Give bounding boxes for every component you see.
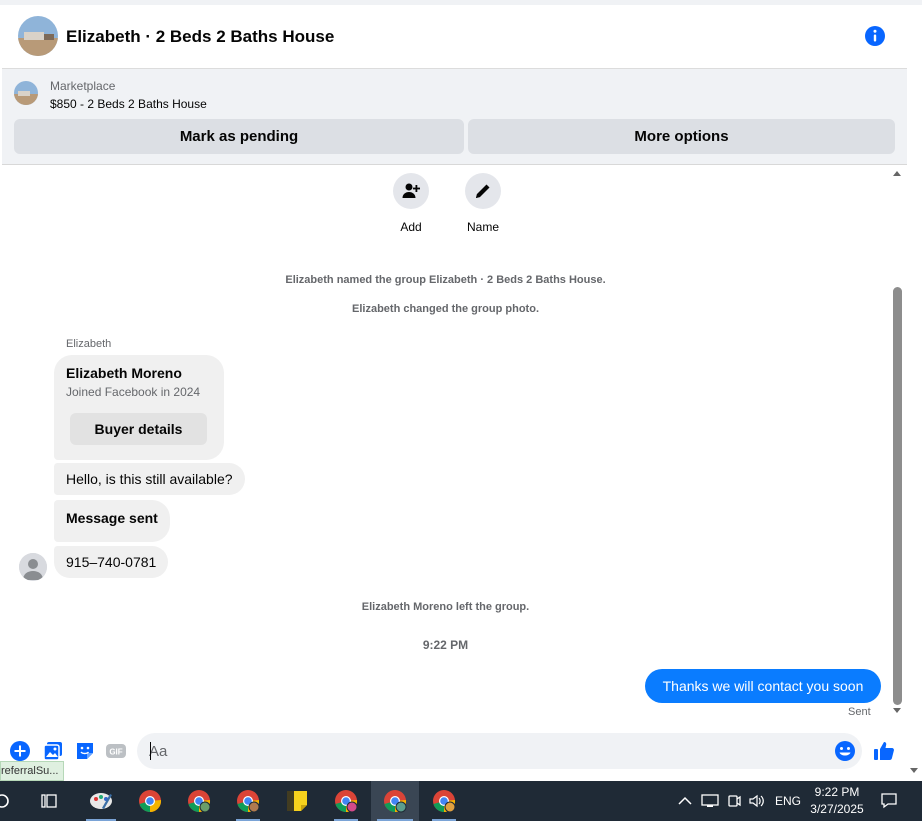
sticky-notes-icon[interactable] bbox=[279, 781, 315, 821]
name-label: Name bbox=[466, 220, 499, 234]
listing-thumbnail[interactable] bbox=[14, 81, 38, 105]
system-message-left: Elizabeth Moreno left the group. bbox=[361, 601, 530, 613]
language-indicator[interactable]: ENG bbox=[774, 781, 802, 821]
info-icon[interactable] bbox=[864, 25, 886, 47]
chrome-profile-icon[interactable] bbox=[230, 781, 266, 821]
sticker-icon[interactable] bbox=[74, 740, 96, 762]
system-clock[interactable]: 9:22 PM 3/27/2025 bbox=[806, 784, 868, 818]
incoming-message[interactable]: Message sent bbox=[54, 500, 170, 542]
clock-date: 3/27/2025 bbox=[810, 802, 864, 816]
message-input[interactable] bbox=[137, 733, 862, 769]
sent-status: Sent bbox=[848, 706, 871, 718]
message-list: Add Name Elizabeth named the group Eliza… bbox=[2, 165, 889, 720]
chrome-profile-icon[interactable] bbox=[328, 781, 364, 821]
sender-avatar[interactable] bbox=[19, 553, 47, 581]
pencil-icon bbox=[465, 173, 501, 209]
volume-icon[interactable] bbox=[746, 781, 768, 821]
task-view-icon[interactable] bbox=[34, 781, 64, 821]
add-label: Add bbox=[400, 220, 422, 234]
photo-icon[interactable] bbox=[42, 740, 64, 762]
windows-taskbar: ENG 9:22 PM 3/27/2025 bbox=[0, 781, 922, 821]
marketplace-kicker: Marketplace bbox=[50, 79, 116, 93]
chrome-profile-icon-active[interactable] bbox=[371, 781, 419, 821]
paint-app-icon[interactable] bbox=[80, 781, 122, 821]
thumbs-up-icon[interactable] bbox=[873, 740, 895, 762]
gif-label: GIF bbox=[109, 748, 122, 757]
chrome-profile-icon[interactable] bbox=[426, 781, 462, 821]
clock-time: 9:22 PM bbox=[814, 785, 860, 799]
add-people-button[interactable]: Add bbox=[381, 173, 441, 234]
network-icon[interactable] bbox=[698, 781, 722, 821]
message-composer: GIF bbox=[0, 730, 907, 772]
system-message-rename: Elizabeth named the group Elizabeth · 2 … bbox=[285, 274, 606, 286]
conversation-header: Elizabeth · 2 Beds 2 Baths House bbox=[2, 5, 907, 69]
page-scroll-down-arrow[interactable] bbox=[910, 768, 918, 773]
meet-now-icon[interactable] bbox=[724, 781, 744, 821]
sender-name: Elizabeth bbox=[66, 338, 112, 350]
name-group-button[interactable]: Name bbox=[453, 173, 513, 234]
buyer-profile-card: Elizabeth Moreno Joined Facebook in 2024… bbox=[54, 355, 224, 460]
text-caret bbox=[150, 742, 151, 760]
conversation-title: Elizabeth · 2 Beds 2 Baths House bbox=[66, 27, 335, 46]
messenger-window: Elizabeth · 2 Beds 2 Baths House Marketp… bbox=[0, 0, 922, 781]
chrome-profile-icon[interactable] bbox=[181, 781, 217, 821]
listing-title[interactable]: $850 - 2 Beds 2 Baths House bbox=[50, 97, 207, 111]
mark-as-pending-button[interactable]: Mark as pending bbox=[14, 119, 464, 154]
system-message-photo: Elizabeth changed the group photo. bbox=[352, 303, 539, 315]
buyer-details-button[interactable]: Buyer details bbox=[70, 413, 207, 445]
plus-circle-icon[interactable] bbox=[9, 740, 31, 762]
gif-icon[interactable]: GIF bbox=[105, 740, 127, 762]
timestamp: 9:22 PM bbox=[422, 638, 469, 652]
more-options-button[interactable]: More options bbox=[468, 119, 895, 154]
group-avatar[interactable] bbox=[18, 16, 58, 56]
scroll-up-arrow[interactable] bbox=[893, 171, 901, 176]
add-person-icon bbox=[393, 173, 429, 209]
emoji-icon[interactable] bbox=[834, 740, 856, 762]
scroll-down-arrow[interactable] bbox=[893, 708, 901, 713]
notification-icon[interactable] bbox=[874, 781, 904, 821]
search-icon[interactable] bbox=[0, 781, 14, 821]
buyer-name: Elizabeth Moreno bbox=[66, 365, 182, 381]
incoming-message[interactable]: 915–740-0781 bbox=[54, 546, 169, 578]
incoming-message[interactable]: Hello, is this still available? bbox=[54, 463, 245, 495]
outgoing-message[interactable]: Thanks we will contact you soon bbox=[645, 669, 881, 703]
chrome-icon[interactable] bbox=[132, 781, 168, 821]
scrollbar-thumb[interactable] bbox=[893, 287, 902, 705]
link-tooltip: referralSu... bbox=[0, 761, 65, 781]
marketplace-panel: Marketplace $850 - 2 Beds 2 Baths House … bbox=[2, 69, 907, 165]
buyer-joined: Joined Facebook in 2024 bbox=[66, 385, 201, 399]
